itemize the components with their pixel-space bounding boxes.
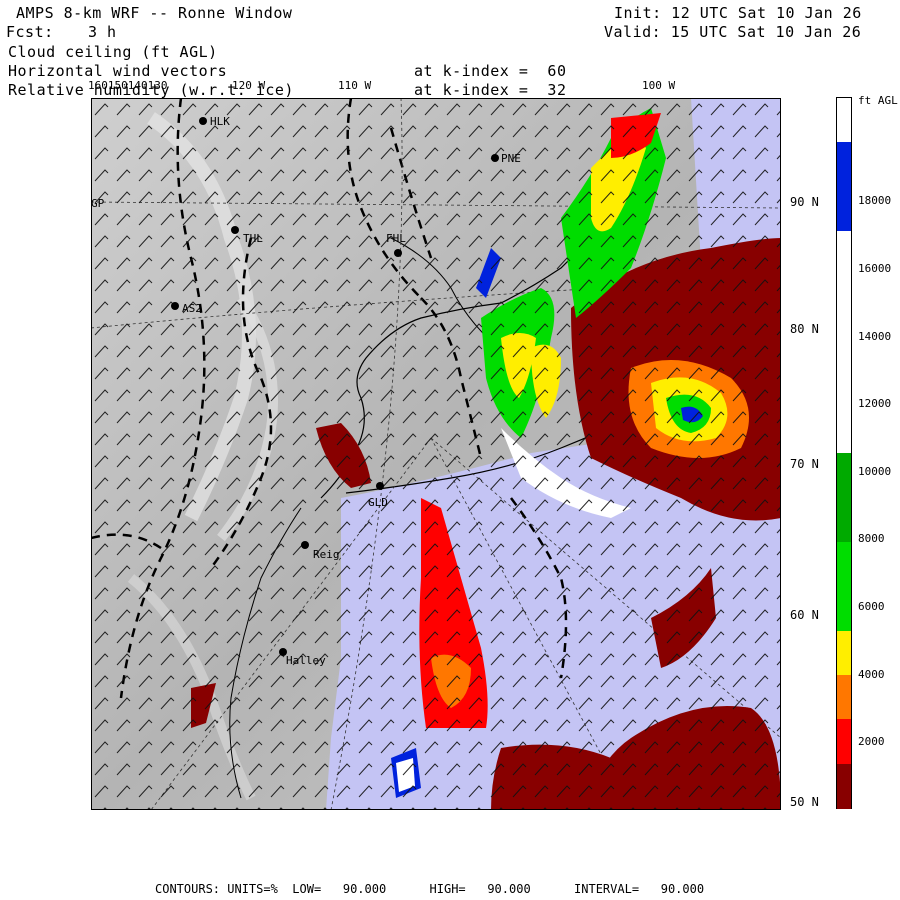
valid-time: Valid: 15 UTC Sat 10 Jan 26 (604, 23, 862, 41)
colorbar-segment (837, 586, 851, 631)
colorbar-tick: 14000 (858, 330, 892, 343)
colorbar-segment (837, 98, 851, 143)
colorbar-segment (837, 408, 851, 454)
colorbar-tick: 2000 (858, 735, 885, 748)
lat-label: 60 N (790, 608, 819, 622)
lat-label: 70 N (790, 457, 819, 471)
colorbar-segment (837, 319, 851, 365)
colorbar-tick: 18000 (858, 194, 892, 207)
lon-label: 120 W (232, 79, 266, 92)
lat-label: 80 N (790, 322, 819, 336)
colorbar-segment (837, 453, 851, 498)
station-label: FHL (386, 232, 406, 245)
forecast-label: Fcst: (6, 23, 54, 41)
colorbar-segment (837, 630, 851, 676)
init-time: Init: 12 UTC Sat 10 Jan 26 (614, 4, 862, 22)
wind-vectors (91, 98, 781, 810)
station-label: PNE (501, 152, 521, 165)
station-label: HLK (210, 115, 230, 128)
lon-label: 160150140130 (88, 79, 168, 92)
colorbar-segment (837, 186, 851, 232)
colorbar-segment (837, 719, 851, 765)
station-label: GP (91, 197, 105, 210)
station-label: GLD (368, 496, 388, 509)
colorbar-tick: 16000 (858, 262, 892, 275)
station-label: AS2 (182, 302, 202, 315)
station-label: Reig (313, 548, 340, 561)
colorbar-segment (837, 541, 851, 587)
map-title: AMPS 8-km WRF -- Ronne Window (16, 4, 293, 22)
colorbar-tick: 4000 (858, 668, 885, 681)
station-marker (376, 482, 384, 490)
field-wind-level: at k-index = 60 (414, 62, 567, 80)
station-marker (491, 154, 499, 162)
field-cloud-ceiling: Cloud ceiling (ft AGL) (8, 43, 218, 61)
station-marker (199, 117, 207, 125)
field-rh-level: at k-index = 32 (414, 81, 567, 99)
field-wind-vectors: Horizontal wind vectors (8, 62, 228, 80)
station-label: Halley (286, 654, 326, 667)
colorbar-segment (837, 497, 851, 543)
station-marker (301, 541, 309, 549)
station-marker (394, 249, 402, 257)
colorbar-segment (837, 364, 851, 410)
forecast-value: 3 h (88, 23, 117, 41)
colorbar-tick: 12000 (858, 397, 892, 410)
lat-label: 90 N (790, 195, 819, 209)
colorbar-segment (837, 275, 851, 321)
colorbar-segment (837, 674, 851, 720)
colorbar-tick: 10000 (858, 465, 892, 478)
colorbar-segment (837, 231, 851, 276)
station-marker (231, 226, 239, 234)
colorbar-unit: ft AGL (858, 94, 898, 107)
lon-label: 110 W (338, 79, 372, 92)
colorbar (836, 97, 852, 809)
lon-label: 100 W (642, 79, 676, 92)
colorbar-segment (837, 763, 851, 809)
station-label: THL (243, 232, 263, 245)
lat-label: 50 N (790, 795, 819, 809)
colorbar-tick: 6000 (858, 600, 885, 613)
station-marker (171, 302, 179, 310)
contour-info: CONTOURS: UNITS=% LOW= 90.000 HIGH= 90.0… (155, 882, 705, 896)
colorbar-tick: 8000 (858, 532, 885, 545)
forecast-map (91, 98, 781, 810)
colorbar-segment (837, 142, 851, 188)
